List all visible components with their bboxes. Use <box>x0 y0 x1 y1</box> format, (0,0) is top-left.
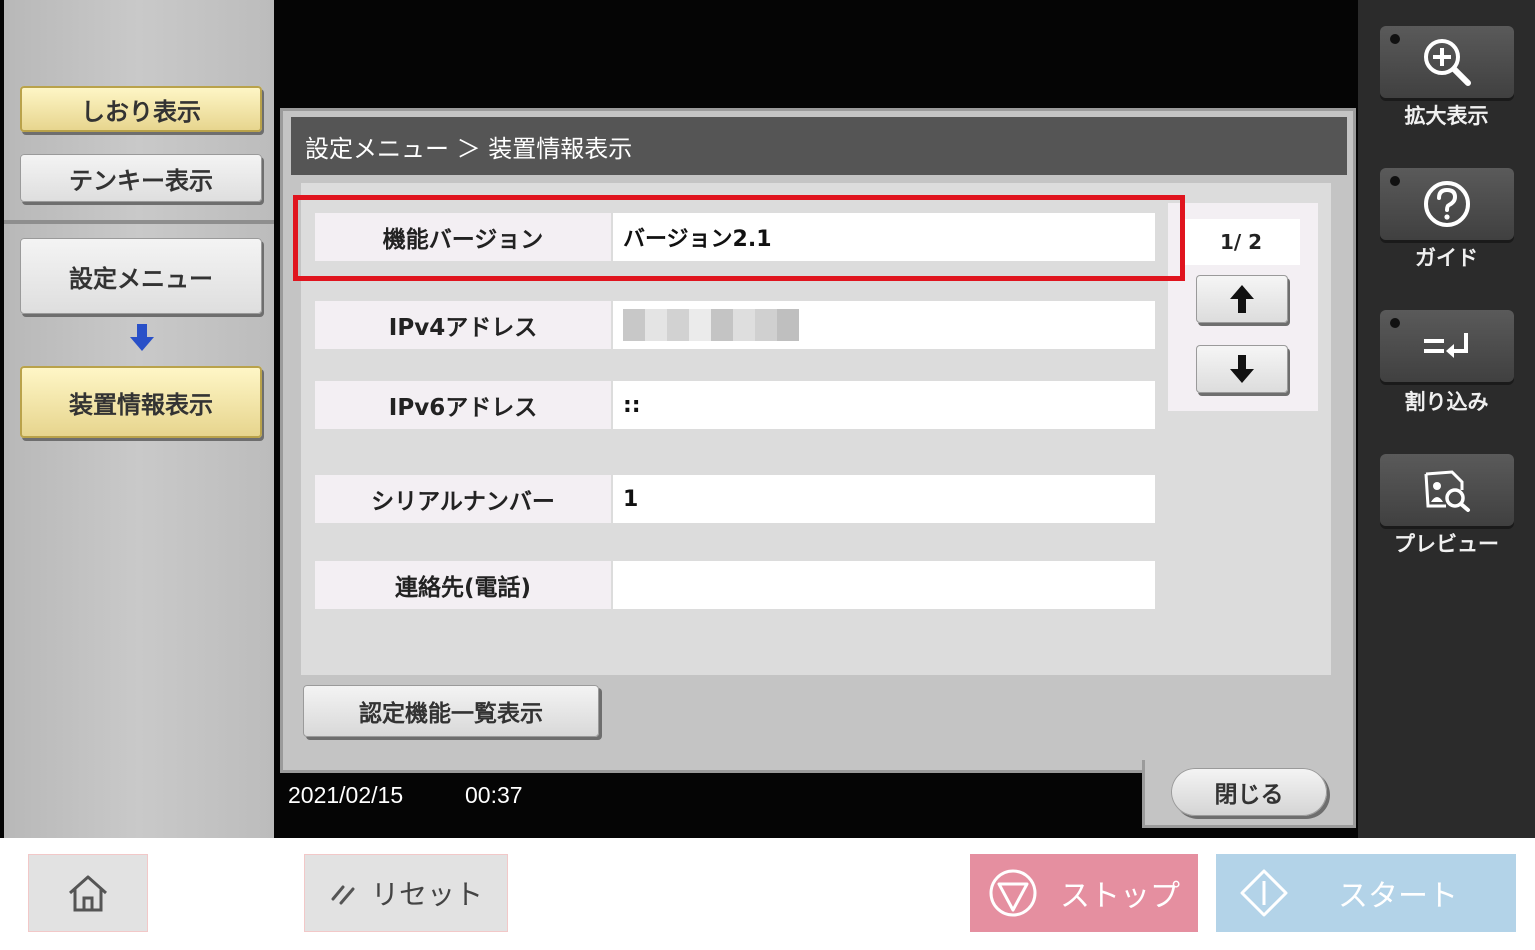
stop-button[interactable]: ストップ <box>970 854 1198 932</box>
row-value: 1 <box>613 475 1155 523</box>
settings-menu-label: 設定メニュー <box>69 264 213 293</box>
left-panel: しおり表示 テンキー表示 設定メニュー 装置情報表示 <box>4 0 274 838</box>
preview-icon <box>1424 470 1470 512</box>
certified-function-list-button[interactable]: 認定機能一覧表示 <box>303 685 599 737</box>
interrupt-icon <box>1424 333 1468 358</box>
pager: 1/ 2 <box>1168 203 1318 411</box>
tenkey-button[interactable]: テンキー表示 <box>20 154 262 202</box>
close-button[interactable]: 閉じる <box>1171 768 1327 816</box>
close-tab: 閉じる <box>1142 760 1356 828</box>
info-row-serial: シリアルナンバー 1 <box>315 475 1155 523</box>
reset-button[interactable]: リセット <box>304 854 508 932</box>
stop-icon <box>989 869 1037 917</box>
page-up-button[interactable] <box>1196 275 1288 323</box>
zoom-in-icon <box>1424 39 1471 86</box>
status-time: 00:37 <box>465 782 523 808</box>
ipv4-value-blurred <box>613 301 1155 349</box>
cert-button-label: 認定機能一覧表示 <box>359 701 543 727</box>
right-panel: 拡大表示 ガイド 割り込み プレビュー <box>1358 0 1535 838</box>
home-button[interactable] <box>28 854 148 932</box>
highlight-box <box>293 195 1185 281</box>
row-label: IPv4アドレス <box>315 301 611 349</box>
preview-label: プレビュー <box>1394 532 1499 556</box>
zoom-button[interactable] <box>1380 26 1514 98</box>
page-indicator: 1/ 2 <box>1182 219 1300 265</box>
device-info-dialog: 設定メニュー ＞ 装置情報表示 機能バージョン バージョン2.1 IPv4アドレ… <box>280 108 1356 773</box>
row-value: :: <box>613 381 1155 429</box>
guide-button[interactable] <box>1380 168 1514 240</box>
row-label: IPv6アドレス <box>315 381 611 429</box>
blurred-address <box>623 309 799 341</box>
breadcrumb-text: 設定メニュー ＞ 装置情報表示 <box>305 134 633 163</box>
divider <box>4 220 274 224</box>
row-value <box>613 561 1155 609</box>
bookmark-label: しおり表示 <box>81 97 201 126</box>
zoom-label: 拡大表示 <box>1404 104 1489 128</box>
guide-label: ガイド <box>1415 246 1478 270</box>
reset-label: リセット <box>370 878 483 911</box>
row-label: 連絡先(電話) <box>315 561 611 609</box>
interrupt-button[interactable] <box>1380 310 1514 382</box>
breadcrumb-arrow-icon <box>130 324 154 354</box>
close-label: 閉じる <box>1214 782 1284 808</box>
touch-screen: しおり表示 テンキー表示 設定メニュー 装置情報表示 設定メニュー ＞ 装置情報… <box>0 0 1535 838</box>
page-down-button[interactable] <box>1196 345 1288 393</box>
settings-menu-button[interactable]: 設定メニュー <box>20 238 262 314</box>
start-icon <box>1240 869 1288 917</box>
home-icon <box>69 875 107 912</box>
arrow-up-icon <box>1230 285 1254 313</box>
breadcrumb: 設定メニュー ＞ 装置情報表示 <box>291 117 1347 175</box>
reset-icon <box>331 885 355 905</box>
start-button[interactable]: スタート <box>1216 854 1516 932</box>
device-info-button[interactable]: 装置情報表示 <box>20 366 262 438</box>
start-label: スタート <box>1338 879 1458 914</box>
hardware-button-bar: リセット ストップ スタート <box>0 838 1535 950</box>
row-label: シリアルナンバー <box>315 475 611 523</box>
device-info-label: 装置情報表示 <box>69 390 213 419</box>
bookmark-button[interactable]: しおり表示 <box>20 86 262 132</box>
help-icon <box>1424 181 1470 227</box>
stop-label: ストップ <box>1060 879 1180 914</box>
tenkey-label: テンキー表示 <box>69 166 213 195</box>
info-row-contact: 連絡先(電話) <box>315 561 1155 609</box>
preview-button[interactable] <box>1380 454 1514 526</box>
interrupt-label: 割り込み <box>1404 390 1489 414</box>
arrow-down-icon <box>1230 355 1254 383</box>
info-row-ipv6: IPv6アドレス :: <box>315 381 1155 429</box>
info-row-ipv4: IPv4アドレス <box>315 301 1155 349</box>
status-date: 2021/02/15 <box>288 782 404 808</box>
